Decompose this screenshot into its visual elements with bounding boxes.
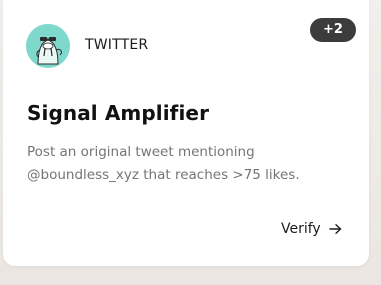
verify-label: Verify — [281, 221, 321, 237]
walrus-mascot-icon — [26, 24, 70, 68]
quest-card: TWITTER +2 Signal Amplifier Post an orig… — [3, 0, 369, 266]
arrow-right-icon — [329, 223, 342, 235]
source-label: TWITTER — [85, 37, 149, 53]
verify-button[interactable]: Verify — [281, 221, 342, 237]
points-badge: +2 — [310, 18, 356, 42]
quest-description: Post an original tweet mentioning @bound… — [27, 144, 300, 183]
quest-title: Signal Amplifier — [27, 101, 210, 125]
